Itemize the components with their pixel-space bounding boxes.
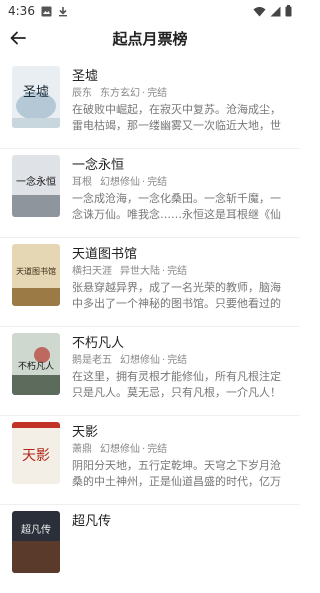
book-genre: 异世大陆 xyxy=(120,266,160,277)
book-meta: 萧鼎 幻想修仙 · 完结 xyxy=(72,444,168,455)
book-list: 圣墟 圣墟 辰东 东方玄幻 · 完结 在破败中崛起，在寂灭中复苏。沧海成尘，雷电枯竭，… xyxy=(0,54,300,593)
svg-text:超凡传: 超凡传 xyxy=(21,523,51,536)
book-cover: 天道图书馆 xyxy=(12,244,60,306)
arrow-left-icon xyxy=(10,31,26,45)
book-genre: 幻想修仙 xyxy=(100,444,140,455)
book-author: 横扫天涯 xyxy=(72,266,112,277)
signal-icon xyxy=(270,6,281,17)
app-bar: 起点月票榜 xyxy=(0,22,300,54)
book-desc: 在这里，拥有灵根才能修仙，所有凡根注定只是凡人。莫无忌，只有凡根，一介凡人！ xyxy=(72,370,281,399)
book-meta: 耳根 幻想修仙 · 完结 xyxy=(72,177,168,188)
book-status: 完结 xyxy=(147,177,168,188)
page-title: 起点月票榜 xyxy=(112,29,188,48)
wifi-icon xyxy=(253,6,266,17)
book-genre: 幻想修仙 xyxy=(100,177,140,188)
book-title: 圣墟 xyxy=(72,69,99,84)
clock: 4:36 xyxy=(8,4,35,18)
book-status: 完结 xyxy=(147,88,168,99)
book-status: 完结 xyxy=(167,355,188,366)
book-genre: 幻想修仙 xyxy=(120,355,160,366)
book-item[interactable]: 一念永恒 一念永恒 耳根 幻想修仙 · 完结 一念成沧海，一念化桑田。一念斩千魔，一念… xyxy=(0,155,300,238)
svg-text:圣墟: 圣墟 xyxy=(23,85,49,100)
book-title: 天影 xyxy=(72,425,99,440)
battery-icon xyxy=(285,5,292,17)
book-cover: 天影 xyxy=(12,422,60,484)
book-genre: 东方玄幻 xyxy=(100,88,140,99)
book-title: 不朽凡人 xyxy=(72,336,125,351)
book-author: 耳根 xyxy=(72,177,92,188)
image-icon xyxy=(41,6,52,17)
book-cover: 超凡传 xyxy=(12,511,60,573)
book-desc: 在破败中崛起，在寂灭中复苏。沧海成尘，雷电枯竭，那一缕幽雾又一次临近大地，世间… xyxy=(72,103,281,132)
svg-text:一念永恒: 一念永恒 xyxy=(16,175,56,188)
book-title: 一念永恒 xyxy=(72,158,125,173)
book-desc: 阴阳分天地，五行定乾坤。天穹之下岁月沧桑的中土神州，正是仙道昌盛的时代，亿万生… xyxy=(72,459,281,488)
book-cover: 圣墟 xyxy=(12,66,60,128)
book-author: 鹅是老五 xyxy=(72,355,112,366)
book-item[interactable]: 天影 天影 萧鼎 幻想修仙 · 完结 阴阳分天地，五行定乾坤。天穹之下岁月沧桑的中土神… xyxy=(0,422,300,505)
download-icon xyxy=(58,6,68,17)
book-title: 超凡传 xyxy=(72,514,112,529)
book-item[interactable]: 圣墟 圣墟 辰东 东方玄幻 · 完结 在破败中崛起，在寂灭中复苏。沧海成尘，雷电枯竭，… xyxy=(0,66,300,149)
book-author: 萧鼎 xyxy=(72,444,92,455)
book-item[interactable]: 超凡传 超凡传 xyxy=(0,511,300,593)
book-cover: 一念永恒 xyxy=(12,155,60,217)
book-meta: 鹅是老五 幻想修仙 · 完结 xyxy=(72,355,188,366)
book-meta: 横扫天涯 异世大陆 · 完结 xyxy=(72,266,188,277)
svg-text:不朽凡人: 不朽凡人 xyxy=(18,360,54,372)
back-button[interactable] xyxy=(2,22,34,54)
svg-text:天影: 天影 xyxy=(22,448,50,464)
book-desc: 张悬穿越异界，成了一名光荣的教师，脑海中多出了一个神秘的图书馆。只要他看过的东… xyxy=(72,281,281,310)
status-bar: 4:36 xyxy=(0,0,300,22)
book-status: 完结 xyxy=(147,444,168,455)
svg-text:天道图书馆: 天道图书馆 xyxy=(16,266,56,276)
book-title: 天道图书馆 xyxy=(72,247,138,262)
book-item[interactable]: 不朽凡人 不朽凡人 鹅是老五 幻想修仙 · 完结 在这里，拥有灵根才能修仙，所有凡根注… xyxy=(0,333,300,416)
book-item[interactable]: 天道图书馆 天道图书馆 横扫天涯 异世大陆 · 完结 张悬穿越异界，成了一名光荣的教师… xyxy=(0,244,300,327)
book-cover: 不朽凡人 xyxy=(12,333,60,395)
book-author: 辰东 xyxy=(72,88,92,99)
book-meta: 辰东 东方玄幻 · 完结 xyxy=(72,88,168,99)
book-status: 完结 xyxy=(167,266,188,277)
book-desc: 一念成沧海，一念化桑田。一念斩千魔，一念诛万仙。唯我念……永恒这是耳根继《仙逆》… xyxy=(72,192,281,221)
